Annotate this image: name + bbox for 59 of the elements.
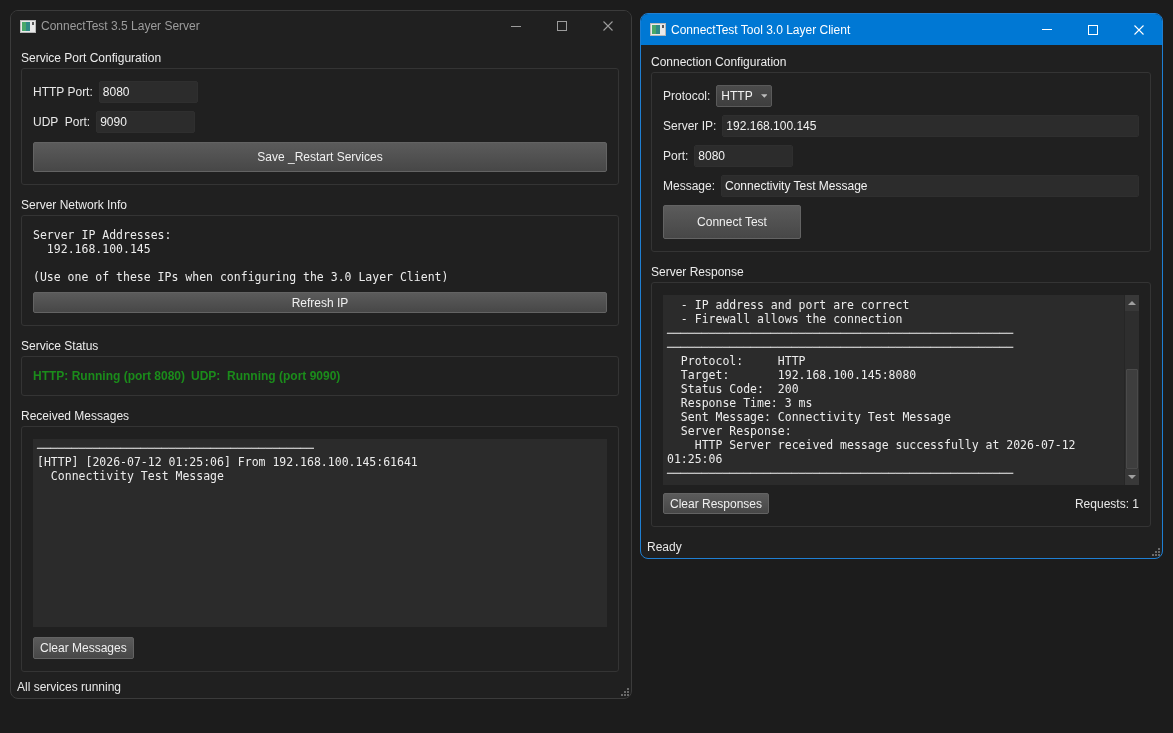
info-text: (Use one of these IPs when configuring the 3.0 Layer Client) xyxy=(33,270,449,284)
group-title: Received Messages xyxy=(21,408,131,424)
close-icon xyxy=(603,21,613,31)
caret-icon xyxy=(760,94,768,98)
log-line: [HTTP] [2026-07-12 01:25:06] From 192.168.100.145:61641 xyxy=(37,455,418,469)
field-label: Port: xyxy=(663,149,689,163)
minimize-icon xyxy=(511,25,521,27)
app-window-icon xyxy=(20,19,36,33)
group-title: Connection Configuration xyxy=(651,54,788,70)
group-title: Server Network Info xyxy=(21,197,129,213)
request-count: Requests: 1 xyxy=(1074,496,1139,511)
down-arrow-icon xyxy=(1128,475,1136,479)
connect-test-button[interactable]: Connect Test xyxy=(663,205,801,239)
size-grip-icon xyxy=(1151,547,1160,556)
scrollbar-thumb[interactable] xyxy=(1126,369,1138,469)
service-status-text: HTTP: Running (port 8080) xyxy=(33,369,185,383)
group-title: Service Port Configuration xyxy=(21,50,163,66)
port-field[interactable]: 8080 xyxy=(694,145,794,167)
status-text: All services running xyxy=(17,679,122,695)
response-line: ────────────────────────────────────────────────── xyxy=(667,326,1014,340)
minimize-icon xyxy=(1042,29,1052,30)
field-label: UDP Port: xyxy=(33,115,91,129)
clear-responses-button[interactable]: Clear Responses xyxy=(663,493,770,514)
response-line: - IP address and port are correct xyxy=(680,298,910,312)
window-title: ConnectTest 3.5 Layer Server xyxy=(41,19,200,33)
field-label: Message: xyxy=(663,179,716,193)
service-status-text: UDP: Running (port 9090) xyxy=(191,369,341,383)
response-line: HTTP Server received message successfully at 2026-07-12 xyxy=(694,438,1076,452)
protocol-dropdown[interactable]: HTTP xyxy=(716,85,773,107)
size-grip-icon xyxy=(620,687,629,696)
vertical-scrollbar[interactable] xyxy=(1124,295,1139,485)
response-line: 01:25:06 xyxy=(667,452,723,466)
field-label: HTTP Port: xyxy=(33,85,93,99)
response-line: Status Code: 200 xyxy=(680,382,799,396)
text-field[interactable]: 192.168.100.145 xyxy=(722,115,1139,137)
group-title: Service Status xyxy=(21,338,100,354)
status-text: Ready xyxy=(647,539,682,555)
maximize-icon xyxy=(557,21,567,31)
response-line: Sent Message: Connectivity Test Message xyxy=(680,410,951,424)
response-line: Response Time: 3 ms xyxy=(680,396,813,410)
info-text: Server IP Addresses: xyxy=(33,228,172,242)
response-line: ────────────────────────────────────────────────── xyxy=(667,340,1014,354)
response-line: ────────────────────────────────────────────────── xyxy=(667,466,1014,480)
response-line: Server Response: xyxy=(680,424,792,438)
response-line: Protocol: HTTP xyxy=(680,354,806,368)
close-icon xyxy=(1134,24,1144,35)
up-arrow-icon xyxy=(1128,301,1136,305)
info-text: 192.168.100.145 xyxy=(46,242,151,256)
response-line: Target: 192.168.100.145:8080 xyxy=(680,368,917,382)
group-title: Server Response xyxy=(651,264,745,280)
app-window-icon xyxy=(650,23,666,36)
response-line: - Firewall allows the connection xyxy=(680,312,903,326)
window-title: ConnectTest Tool 3.0 Layer Client xyxy=(671,22,851,37)
maximize-icon xyxy=(1088,24,1098,35)
text-field[interactable]: Connectivity Test Message xyxy=(721,175,1139,197)
field-label: Protocol: xyxy=(663,89,711,103)
log-line: Connectivity Test Message xyxy=(50,469,224,483)
field-label: Server IP: xyxy=(663,119,717,133)
log-line: ──────────────────────────────────────── xyxy=(37,441,314,455)
